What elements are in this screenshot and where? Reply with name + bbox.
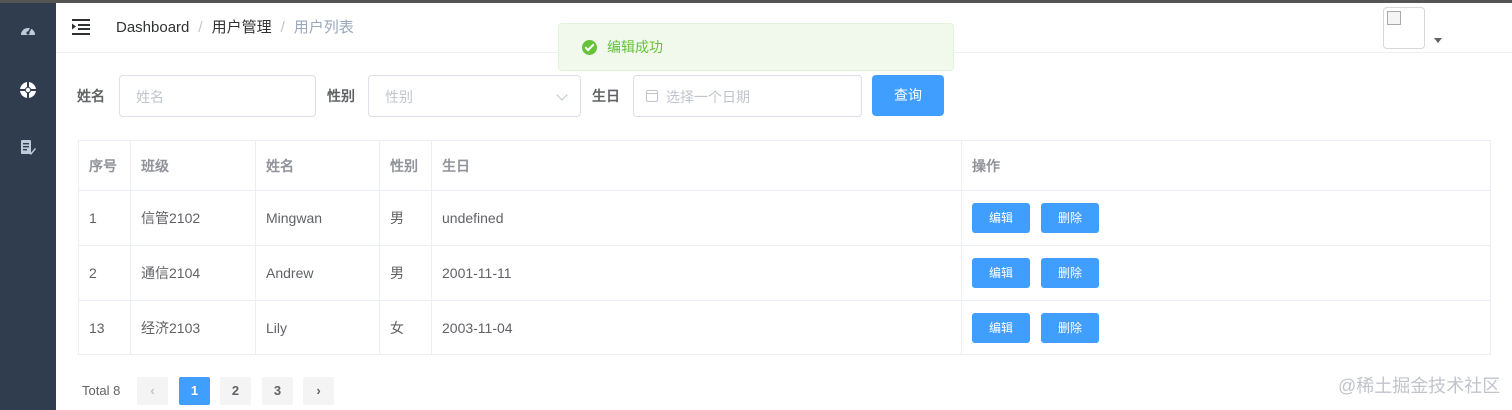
breadcrumb-separator: / (198, 19, 203, 36)
row-1-name: Mingwan (266, 210, 323, 226)
column-divider (379, 141, 380, 354)
row-2-delete-button[interactable]: 删除 (1041, 258, 1099, 288)
row-1-class: 信管2102 (141, 210, 201, 226)
document-edit-icon[interactable] (19, 139, 37, 157)
row-3-index: 13 (89, 320, 105, 336)
success-check-icon (582, 40, 597, 55)
row-3-delete-button[interactable]: 删除 (1041, 313, 1099, 343)
row-3-name: Lily (266, 320, 288, 336)
gender-label: 性别 (327, 88, 355, 104)
row-3-gender: 女 (390, 320, 404, 336)
breadcrumb-separator: / (280, 19, 285, 36)
prev-page-button[interactable]: ‹ (137, 377, 168, 405)
success-message: 编辑成功 (558, 23, 954, 71)
broken-image-icon (1387, 11, 1401, 25)
user-table: 序号 班级 姓名 性别 生日 操作 1 信管2102 Mingwan 男 und… (78, 140, 1491, 355)
row-divider (79, 245, 1490, 246)
hamburger-menu-icon[interactable] (72, 18, 92, 36)
row-2-edit-button[interactable]: 编辑 (972, 258, 1030, 288)
row-divider (79, 300, 1490, 301)
column-divider (130, 141, 131, 354)
page-3-button[interactable]: 3 (262, 377, 293, 405)
column-header-birthday: 生日 (442, 158, 470, 174)
column-header-actions: 操作 (972, 158, 1000, 174)
birthday-placeholder: 选择一个日期 (666, 89, 750, 105)
row-3-birthday: 2003-11-04 (442, 320, 513, 336)
birthday-date-picker[interactable]: 选择一个日期 (633, 75, 862, 117)
message-text: 编辑成功 (607, 39, 663, 55)
name-label: 姓名 (77, 88, 105, 104)
breadcrumb-item-user-management[interactable]: 用户管理 (212, 19, 272, 36)
watermark: @稀土掘金技术社区 (1338, 376, 1501, 396)
name-input[interactable]: 姓名 (119, 75, 316, 117)
name-input-placeholder: 姓名 (136, 89, 164, 105)
chevron-down-icon (556, 89, 568, 101)
page-2-button[interactable]: 2 (220, 377, 251, 405)
column-header-name: 姓名 (266, 158, 294, 174)
next-page-button[interactable]: › (303, 377, 334, 405)
calendar-icon (646, 90, 658, 102)
birthday-label: 生日 (592, 88, 620, 104)
column-header-gender: 性别 (390, 158, 418, 174)
row-3-class: 经济2103 (141, 320, 201, 336)
row-1-birthday: undefined (442, 210, 504, 226)
column-divider (961, 141, 962, 354)
breadcrumb: Dashboard / 用户管理 / 用户列表 (116, 19, 354, 37)
row-2-index: 2 (89, 265, 97, 281)
column-header-index: 序号 (89, 158, 117, 174)
lifebuoy-icon[interactable] (19, 81, 37, 99)
row-divider (79, 190, 1490, 191)
row-1-edit-button[interactable]: 编辑 (972, 203, 1030, 233)
row-2-name: Andrew (266, 265, 314, 281)
row-3-edit-button[interactable]: 编辑 (972, 313, 1030, 343)
breadcrumb-item-dashboard[interactable]: Dashboard (116, 19, 189, 36)
row-1-index: 1 (89, 210, 97, 226)
row-1-delete-button[interactable]: 删除 (1041, 203, 1099, 233)
column-divider (431, 141, 432, 354)
sidebar (0, 3, 56, 410)
page-1-button[interactable]: 1 (179, 377, 210, 405)
breadcrumb-item-user-list: 用户列表 (293, 19, 354, 36)
column-divider (255, 141, 256, 354)
caret-down-icon[interactable] (1434, 38, 1442, 43)
row-2-gender: 男 (390, 265, 404, 281)
avatar[interactable] (1383, 7, 1425, 49)
query-button[interactable]: 查询 (872, 75, 944, 116)
dashboard-icon[interactable] (19, 22, 37, 40)
column-header-class: 班级 (141, 158, 169, 174)
gender-select[interactable]: 性别 (368, 75, 581, 117)
pagination-total: Total 8 (82, 383, 121, 398)
row-2-class: 通信2104 (141, 265, 201, 281)
gender-select-placeholder: 性别 (385, 89, 413, 105)
row-1-gender: 男 (390, 210, 404, 226)
row-2-birthday: 2001-11-11 (442, 265, 512, 281)
